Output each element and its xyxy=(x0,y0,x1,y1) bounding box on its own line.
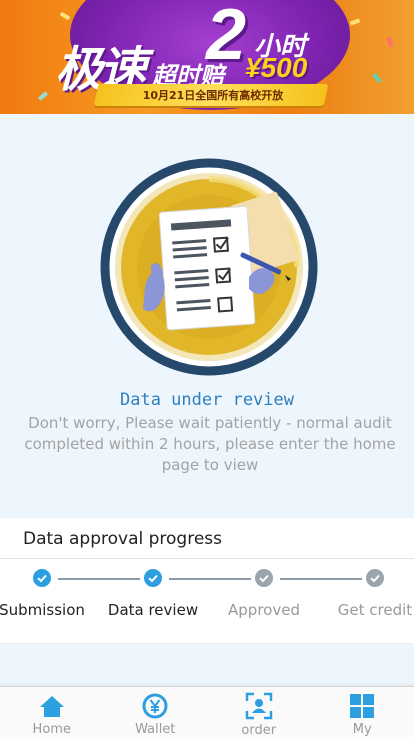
approval-progress-card: Data approval progress Submission Data r… xyxy=(0,518,414,644)
grid-icon xyxy=(348,692,376,719)
yen-coin-icon xyxy=(141,692,169,719)
tab-my[interactable]: My xyxy=(311,687,414,737)
promo-banner[interactable]: 极速 2 小时 超时赔 ¥500 10月21日全国所有高校开放 xyxy=(0,0,414,114)
step-connector xyxy=(58,578,140,580)
step-label-submission: Submission xyxy=(0,601,85,619)
status-message: Don't worry, Please wait patiently - nor… xyxy=(24,414,396,474)
status-title: Data under review xyxy=(120,390,294,410)
step-check-icon xyxy=(366,569,384,587)
step-label-data-review: Data review xyxy=(107,601,199,619)
step-check-icon xyxy=(33,569,51,587)
step-connector xyxy=(169,578,251,580)
review-illustration xyxy=(100,158,318,376)
confetti xyxy=(386,36,394,48)
bottom-tab-bar: Home Wallet order My xyxy=(0,686,414,737)
confetti xyxy=(59,11,71,21)
step-connector xyxy=(280,578,362,580)
divider xyxy=(0,558,414,559)
step-label-get-credit: Get credit xyxy=(337,601,413,619)
tab-order-label: order xyxy=(241,723,277,737)
step-check-icon xyxy=(255,569,273,587)
confetti xyxy=(349,18,361,26)
step-check-icon xyxy=(144,569,162,587)
progress-heading: Data approval progress xyxy=(23,529,223,549)
tab-my-label: My xyxy=(352,722,372,737)
banner-amount: ¥500 xyxy=(245,52,308,83)
tab-wallet[interactable]: Wallet xyxy=(104,687,208,737)
banner-ribbon-text: 10月21日全国所有高校开放 xyxy=(142,89,284,102)
home-icon xyxy=(38,692,66,719)
tab-order[interactable]: order xyxy=(207,687,311,737)
tab-wallet-label: Wallet xyxy=(135,722,176,737)
confetti xyxy=(372,72,382,84)
tab-home-label: Home xyxy=(32,722,71,737)
step-label-approved: Approved xyxy=(228,601,300,619)
user-scan-icon xyxy=(245,692,273,720)
confetti xyxy=(37,91,49,101)
tab-home[interactable]: Home xyxy=(0,687,104,737)
